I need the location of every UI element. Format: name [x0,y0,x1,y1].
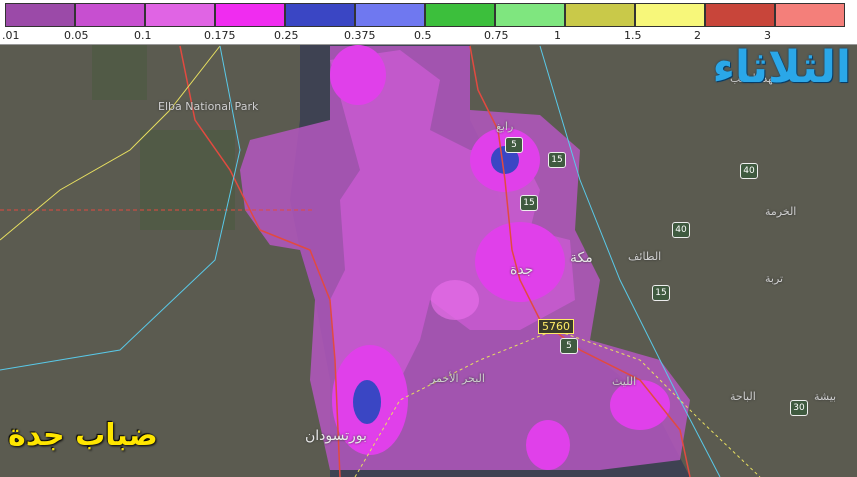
legend-tick-label: 0.25 [274,29,299,42]
legend-tick-label: 0.05 [64,29,89,42]
weather-map[interactable]: .01 0.05 0.1 0.175 0.25 0.375 0.5 0.75 1 1.5 2 3 El… [0,0,857,477]
route-marker: 15 [548,152,566,168]
legend-tick-label: 0.375 [344,29,376,42]
route-marker: 40 [672,222,690,238]
day-title: الثلاثاء [712,42,851,93]
fog-caption: ضباب جدة [8,418,158,453]
legend-swatch [565,3,635,27]
route-marker: 5 [505,137,523,153]
route-marker: 15 [520,195,538,211]
legend-ticks: .01 0.05 0.1 0.175 0.25 0.375 0.5 0.75 1 1.5 2 3 [0,29,857,43]
legend-swatch [775,3,845,27]
legend-tick-label: 3 [764,29,771,42]
legend-swatch [425,3,495,27]
legend-swatch [75,3,145,27]
legend-swatch [635,3,705,27]
route-marker: 5 [560,338,578,354]
place-red-sea: البحر الأحمر [430,372,485,385]
legend-swatch [215,3,285,27]
place-khurma: الخرمة [765,205,797,218]
place-bisha: بيشة [814,390,837,403]
legend-swatch [145,3,215,27]
place-al-lith: الليث [612,375,637,388]
route-marker: 15 [652,285,670,301]
legend-swatches [5,3,845,27]
legend-tick-label: .01 [2,29,20,42]
route-marker: 30 [790,400,808,416]
legend-swatch [495,3,565,27]
legend-tick-label: 1 [554,29,561,42]
legend-tick-label: 0.5 [414,29,432,42]
legend-tick-label: 1.5 [624,29,642,42]
legend-swatch [705,3,775,27]
legend-swatch [285,3,355,27]
place-elba-park: Elba National Park [158,100,259,113]
legend-swatch [5,3,75,27]
place-turaba: تربة [765,272,784,285]
route-marker: 40 [740,163,758,179]
legend-swatch [355,3,425,27]
place-jeddah: جدة [510,262,534,278]
place-port-sudan: بورتسودان [305,428,367,444]
place-baha: الباحة [730,390,756,403]
legend-tick-label: 0.75 [484,29,509,42]
legend-tick-label: 0.1 [134,29,152,42]
place-mecca: مكة [570,250,593,266]
place-taif: الطائف [628,250,662,263]
color-scale-legend: .01 0.05 0.1 0.175 0.25 0.375 0.5 0.75 1 1.5 2 3 [0,0,857,45]
legend-tick-label: 0.175 [204,29,236,42]
place-rabigh: رابغ [496,120,514,133]
elevation-label: 5760 [538,319,574,334]
legend-tick-label: 2 [694,29,701,42]
